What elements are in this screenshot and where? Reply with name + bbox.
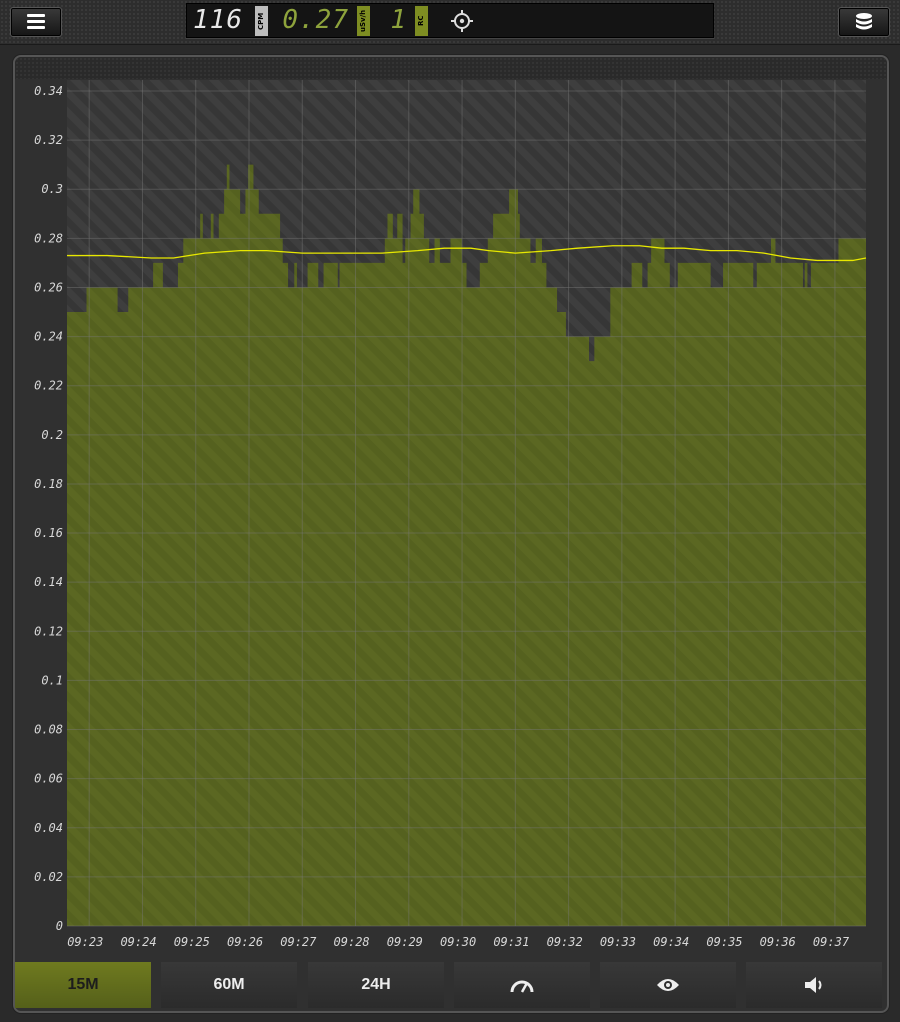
eye-icon (656, 976, 680, 993)
tab-60m[interactable]: 60M (161, 962, 297, 1008)
x-tick-label: 09:35 (706, 935, 742, 949)
y-tick-label: 0.28 (34, 231, 63, 245)
dose-area (67, 164, 866, 927)
y-tick-label: 0.3 (41, 182, 63, 196)
tab-24h[interactable]: 24H (308, 962, 444, 1008)
y-tick-label: 0.12 (34, 624, 63, 638)
dose-rate-chart: 0 0.02 0.04 0.06 0.08 0.1 0.12 0.14 0.16 0.18 0.2 0… (34, 80, 867, 949)
tab-view[interactable] (600, 962, 736, 1008)
tab-gauge[interactable] (454, 962, 590, 1008)
x-tick-label: 09:31 (493, 935, 529, 949)
y-tick-label: 0.34 (34, 84, 63, 98)
y-axis: 0 0.02 0.04 0.06 0.08 0.1 0.12 0.14 0.16 0.18 0.2 0… (34, 84, 63, 933)
y-tick-label: 0.06 (34, 772, 63, 786)
tab-15m-label: 15M (67, 976, 99, 993)
x-tick-label: 09:24 (120, 935, 156, 949)
range-tabs: 15M 60M 24H (15, 962, 883, 1008)
y-tick-label: 0.22 (34, 379, 63, 393)
y-tick-label: 0.24 (34, 330, 63, 344)
y-tick-label: 0 (56, 919, 63, 933)
y-tick-label: 0.32 (34, 133, 63, 147)
y-tick-label: 0.16 (34, 526, 63, 540)
x-tick-label: 09:33 (600, 935, 636, 949)
x-tick-label: 09:32 (547, 935, 583, 949)
x-tick-label: 09:30 (440, 935, 476, 949)
speedometer-icon (510, 976, 534, 993)
x-tick-label: 09:34 (653, 935, 689, 949)
tab-sound[interactable] (746, 962, 882, 1008)
tab-60m-label: 60M (213, 976, 245, 993)
y-tick-label: 0.1 (41, 673, 63, 687)
y-tick-label: 0.08 (34, 723, 63, 737)
x-tick-label: 09:26 (227, 935, 263, 949)
x-tick-label: 09:29 (387, 935, 423, 949)
x-tick-label: 09:23 (67, 935, 103, 949)
tab-24h-label: 24H (361, 976, 391, 993)
tab-15m[interactable]: 15M (15, 962, 151, 1008)
y-tick-label: 0.26 (34, 280, 63, 294)
x-tick-label: 09:36 (760, 935, 796, 949)
x-axis: 09:23 09:24 09:25 09:26 09:27 09:28 09:29 09:30… (67, 935, 850, 949)
x-tick-label: 09:37 (813, 935, 850, 949)
dose-area-fill (67, 164, 866, 927)
y-tick-label: 0.18 (34, 477, 63, 491)
x-tick-label: 09:28 (334, 935, 370, 949)
x-tick-label: 09:27 (280, 935, 317, 949)
y-tick-label: 0.04 (34, 821, 63, 835)
y-tick-label: 0.02 (34, 870, 63, 884)
y-tick-label: 0.2 (41, 428, 63, 442)
x-tick-label: 09:25 (174, 935, 210, 949)
speaker-icon (803, 976, 825, 993)
y-tick-label: 0.14 (34, 575, 63, 589)
